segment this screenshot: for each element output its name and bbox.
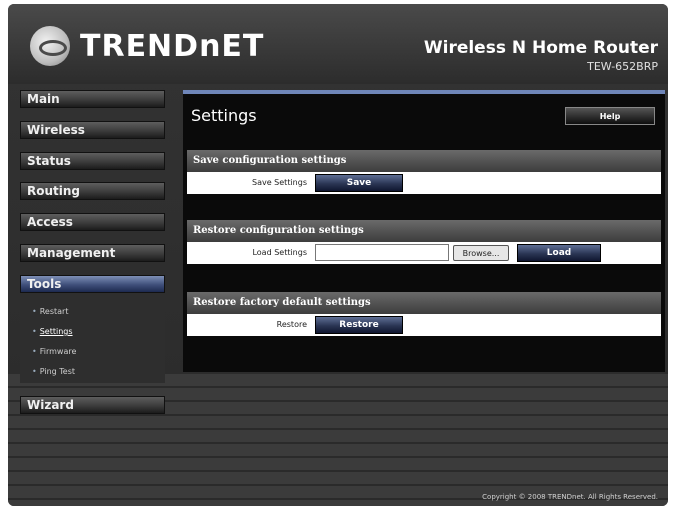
background-stripes (8, 374, 668, 506)
sidebar-item-routing[interactable]: Routing (20, 182, 165, 200)
sidebar-item-management[interactable]: Management (20, 244, 165, 262)
submenu-label: Ping Test (39, 367, 76, 376)
restore-button[interactable]: Restore (315, 316, 403, 334)
restore-row: Restore Restore (187, 314, 661, 336)
settings-panel: Settings Help Save configuration setting… (183, 90, 665, 372)
product-name: Wireless N Home Router (423, 38, 658, 58)
bullet-icon: • (32, 367, 37, 376)
submenu-label: Restart (39, 307, 69, 316)
bullet-icon: • (32, 327, 37, 336)
submenu-item-settings[interactable]: • Settings (32, 327, 73, 336)
section-header: Restore factory default settings (187, 292, 661, 314)
sidebar-item-wizard[interactable]: Wizard (20, 396, 165, 414)
submenu-label: Firmware (39, 347, 77, 356)
submenu-item-firmware[interactable]: • Firmware (32, 347, 76, 356)
submenu-item-restart[interactable]: • Restart (32, 307, 68, 316)
browse-button[interactable]: Browse... (453, 245, 509, 261)
sidebar-item-status[interactable]: Status (20, 152, 165, 170)
restore-label: Restore (276, 320, 307, 329)
bullet-icon: • (32, 347, 37, 356)
section-header: Save configuration settings (187, 150, 661, 172)
header-bar: TRENDnET Wireless N Home Router TEW-652B… (8, 4, 668, 84)
trendnet-logo: TRENDnET (30, 26, 264, 66)
save-config-section: Save configuration settings Save Setting… (187, 150, 661, 194)
trendnet-logo-icon (30, 26, 70, 66)
sidebar-item-access[interactable]: Access (20, 213, 165, 231)
logo-text: TRENDnET (80, 28, 265, 64)
help-button[interactable]: Help (565, 107, 655, 125)
router-frame: TRENDnET Wireless N Home Router TEW-652B… (8, 4, 668, 506)
restore-config-section: Restore configuration settings Load Sett… (187, 220, 661, 264)
save-button[interactable]: Save (315, 174, 403, 192)
bullet-icon: • (32, 307, 37, 316)
save-settings-row: Save Settings Save (187, 172, 661, 194)
tools-submenu: • Restart • Settings • Firmware • Ping Test (20, 301, 165, 383)
save-settings-label: Save Settings (252, 178, 307, 187)
submenu-label: Settings (39, 327, 73, 336)
load-settings-row: Load Settings Browse... Load (187, 242, 661, 264)
page-title: Settings (191, 106, 257, 125)
sidebar-item-wireless[interactable]: Wireless (20, 121, 165, 139)
file-path-input[interactable] (315, 244, 449, 261)
model-number: TEW-652BRP (587, 60, 658, 73)
load-settings-label: Load Settings (252, 248, 307, 257)
sidebar-item-main[interactable]: Main (20, 90, 165, 108)
copyright-text: Copyright © 2008 TRENDnet. All Rights Re… (482, 493, 658, 501)
submenu-item-ping-test[interactable]: • Ping Test (32, 367, 75, 376)
section-header: Restore configuration settings (187, 220, 661, 242)
sidebar-item-tools[interactable]: Tools (20, 275, 165, 293)
load-button[interactable]: Load (517, 244, 601, 262)
factory-default-section: Restore factory default settings Restore… (187, 292, 661, 336)
